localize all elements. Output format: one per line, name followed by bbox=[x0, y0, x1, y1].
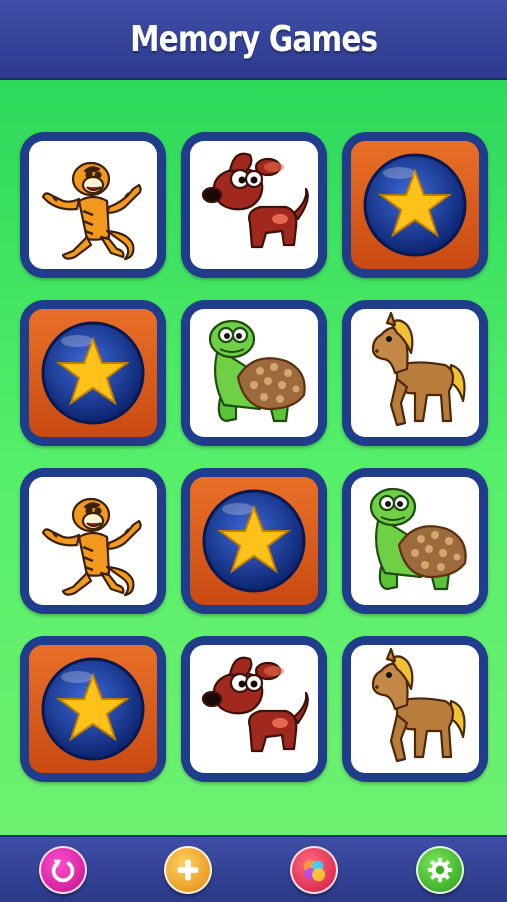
card-6[interactable] bbox=[342, 300, 488, 446]
card-back bbox=[351, 141, 479, 269]
card-1[interactable] bbox=[20, 132, 166, 278]
header-bar: Memory Games bbox=[0, 0, 507, 80]
card-3[interactable] bbox=[342, 132, 488, 278]
card-back bbox=[29, 645, 157, 773]
page-title: Memory Games bbox=[129, 18, 378, 60]
horse-icon bbox=[351, 309, 479, 437]
tiger-icon bbox=[29, 477, 157, 605]
turtle-icon bbox=[190, 309, 318, 437]
card-7[interactable] bbox=[20, 468, 166, 614]
restart-button[interactable] bbox=[39, 846, 87, 894]
settings-button[interactable] bbox=[416, 846, 464, 894]
restart-icon bbox=[51, 859, 75, 883]
horse-icon bbox=[351, 645, 479, 773]
dog-icon bbox=[190, 645, 318, 773]
card-10[interactable] bbox=[20, 636, 166, 782]
card-4[interactable] bbox=[20, 300, 166, 446]
card-back bbox=[190, 477, 318, 605]
card-12[interactable] bbox=[342, 636, 488, 782]
card-2[interactable] bbox=[181, 132, 327, 278]
game-center-button[interactable] bbox=[290, 846, 338, 894]
card-5[interactable] bbox=[181, 300, 327, 446]
add-button[interactable] bbox=[164, 846, 212, 894]
plus-icon bbox=[177, 859, 199, 881]
card-back bbox=[29, 309, 157, 437]
card-8[interactable] bbox=[181, 468, 327, 614]
turtle-icon bbox=[351, 477, 479, 605]
card-11[interactable] bbox=[181, 636, 327, 782]
card-9[interactable] bbox=[342, 468, 488, 614]
tiger-icon bbox=[29, 141, 157, 269]
bottom-toolbar bbox=[0, 835, 507, 902]
game-board bbox=[0, 80, 507, 835]
dog-icon bbox=[190, 141, 318, 269]
settings-gear-icon bbox=[427, 857, 453, 883]
game-center-icon bbox=[303, 859, 326, 882]
